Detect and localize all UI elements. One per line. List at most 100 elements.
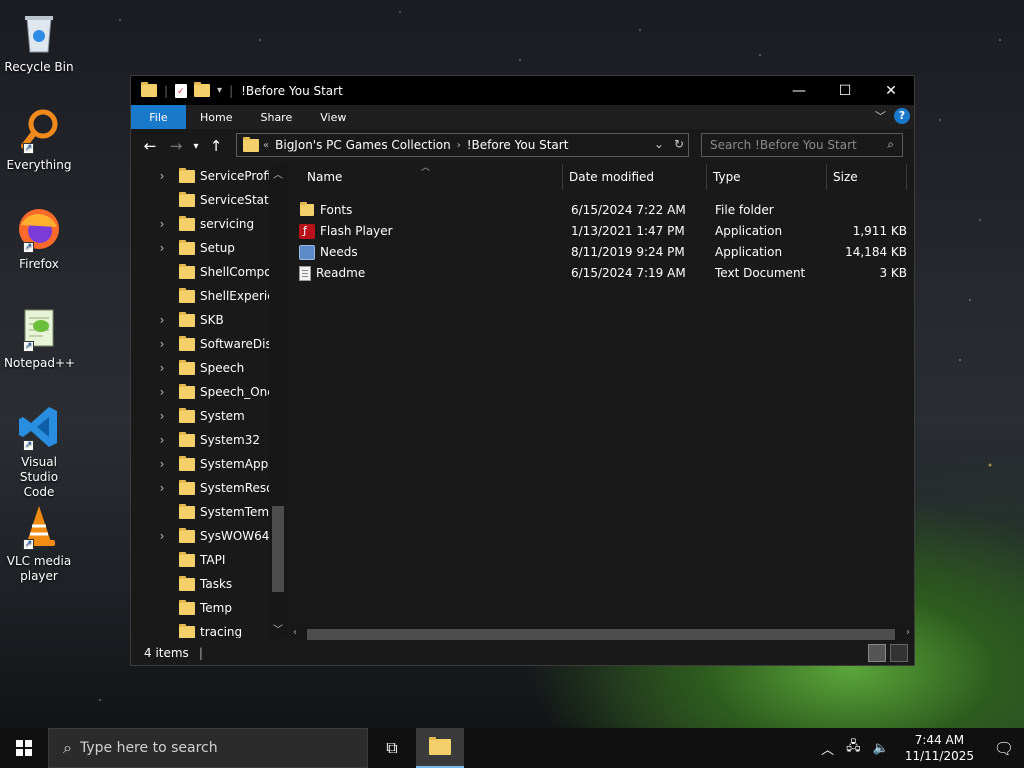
nav-tree-item[interactable]: ServiceState <box>131 188 289 212</box>
search-input[interactable]: Search !Before You Start ⌕ <box>701 133 903 157</box>
nav-tree-item[interactable]: › System32 <box>131 428 289 452</box>
tab-share[interactable]: Share <box>246 105 306 129</box>
file-row[interactable]: Readme 6/15/2024 7:19 AM Text Document 3 KB <box>299 263 907 284</box>
nav-tree-item[interactable]: ShellExperien <box>131 284 289 308</box>
file-name-cell: Needs <box>299 245 358 260</box>
expand-chevron-icon[interactable]: › <box>153 481 171 495</box>
ribbon-tabs: File Home Share View ﹀ ? <box>131 105 914 129</box>
nav-tree-item[interactable]: › servicing <box>131 212 289 236</box>
address-bar[interactable]: « BigJon's PC Games Collection › !Before… <box>236 133 689 157</box>
expand-chevron-icon[interactable]: › <box>153 169 171 183</box>
title-bar[interactable]: | ✓ ▾ | !Before You Start — ☐ ✕ <box>131 76 914 105</box>
nav-tree-item[interactable]: › System <box>131 404 289 428</box>
back-arrow-icon[interactable]: ← <box>137 137 163 155</box>
nav-tree-item[interactable]: › SoftwareDistr <box>131 332 289 356</box>
task-view-icon[interactable]: ⧉ <box>368 728 416 768</box>
folder-icon <box>179 455 195 471</box>
expand-ribbon-chevron-icon[interactable]: ﹀ <box>875 108 886 124</box>
nav-tree-item-label: System <box>200 409 245 423</box>
nav-tree-item[interactable]: Temp <box>131 596 289 620</box>
desktop-icon-everything[interactable]: ↗ Everything <box>4 106 74 173</box>
network-icon[interactable]: 🖧 <box>846 737 861 759</box>
breadcrumb-bigjon-collection[interactable]: BigJon's PC Games Collection <box>275 138 451 152</box>
address-overflow[interactable]: « <box>263 140 269 151</box>
column-header-size[interactable]: Size <box>827 164 907 190</box>
details-view-icon[interactable] <box>868 644 886 662</box>
taskbar-search-box[interactable]: ⌕ Type here to search <box>48 728 368 768</box>
nav-tree-item[interactable]: › Speech <box>131 356 289 380</box>
file-list[interactable]: ︿ Name Date modified Type Size Fonts 6/15… <box>289 163 914 638</box>
nav-tree-item[interactable]: › SystemResou <box>131 476 289 500</box>
scroll-up-icon[interactable]: ︿ <box>269 166 287 181</box>
breadcrumb-before-you-start[interactable]: !Before You Start <box>467 138 569 152</box>
scroll-down-icon[interactable]: ﹀ <box>269 621 287 636</box>
clock[interactable]: 7:44 AM 11/11/2025 <box>905 732 974 764</box>
navigation-pane-scrollbar[interactable]: ︿ ﹀ <box>269 164 287 638</box>
scroll-right-icon[interactable]: › <box>906 627 910 638</box>
breadcrumb-separator-icon[interactable]: › <box>457 140 461 151</box>
scroll-left-icon[interactable]: ‹ <box>293 627 297 638</box>
tab-file[interactable]: File <box>131 105 186 129</box>
nav-tree-item[interactable]: ShellCompor <box>131 260 289 284</box>
desktop-icon-firefox[interactable]: ↗ Firefox <box>4 205 74 272</box>
new-folder-quick-access-icon[interactable] <box>194 82 211 97</box>
tab-view[interactable]: View <box>306 105 360 129</box>
forward-arrow-icon[interactable]: → <box>163 137 189 155</box>
help-icon[interactable]: ? <box>894 108 910 124</box>
file-date-cell: 6/15/2024 7:22 AM <box>571 203 686 217</box>
column-header-date-modified[interactable]: Date modified <box>563 164 707 190</box>
scrollbar-thumb[interactable] <box>307 629 895 640</box>
nav-tree-item[interactable]: Tasks <box>131 572 289 596</box>
nav-tree-item[interactable]: › SKB <box>131 308 289 332</box>
nav-tree-item[interactable]: SystemTemp <box>131 500 289 524</box>
desktop-icon-vscode[interactable]: ↗ Visual Studio Code <box>4 403 74 500</box>
show-hidden-icons-chevron-icon[interactable]: ︿ <box>821 739 834 758</box>
column-header-type[interactable]: Type <box>707 164 827 190</box>
nav-tree-item[interactable]: › Setup <box>131 236 289 260</box>
file-row[interactable]: Needs 8/11/2019 9:24 PM Application 14,184 … <box>299 242 907 263</box>
maximize-button[interactable]: ☐ <box>822 76 868 105</box>
large-icons-view-icon[interactable] <box>890 644 908 662</box>
expand-chevron-icon[interactable]: › <box>153 433 171 447</box>
refresh-icon[interactable]: ↻ <box>674 137 684 151</box>
address-history-chevron-icon[interactable]: ⌄ <box>654 137 664 151</box>
expand-chevron-icon[interactable]: › <box>153 409 171 423</box>
close-button[interactable]: ✕ <box>868 76 914 105</box>
nav-tree-item[interactable]: › Speech_OneC <box>131 380 289 404</box>
customize-quick-access-icon[interactable]: ▾ <box>217 85 222 96</box>
navigation-pane[interactable]: › ServiceProfile ServiceState › servicing › Se… <box>131 164 289 638</box>
action-center-icon[interactable]: 🗨 <box>984 739 1024 758</box>
expand-chevron-icon[interactable]: › <box>153 241 171 255</box>
column-header-name[interactable]: Name <box>301 164 563 190</box>
tab-home[interactable]: Home <box>186 105 246 129</box>
recent-locations-chevron-icon[interactable]: ▾ <box>189 141 203 152</box>
volume-muted-icon[interactable]: 🔈 <box>873 741 889 756</box>
properties-quick-access-icon[interactable]: ✓ <box>175 83 188 98</box>
expand-chevron-icon[interactable]: › <box>153 313 171 327</box>
start-button[interactable] <box>0 728 48 768</box>
desktop-icon-notepadpp[interactable]: ↗ Notepad++ <box>4 304 75 371</box>
nav-tree-item[interactable]: › SysWOW64 <box>131 524 289 548</box>
up-arrow-icon[interactable]: ↑ <box>203 137 229 155</box>
expand-chevron-icon[interactable]: › <box>153 361 171 375</box>
file-row[interactable]: Fonts 6/15/2024 7:22 AM File folder <box>299 200 899 221</box>
nav-tree-item[interactable]: › SystemApps <box>131 452 289 476</box>
desktop-icon-vlc[interactable]: ↗ VLC media player <box>4 502 74 584</box>
taskbar-file-explorer[interactable] <box>416 728 464 768</box>
expand-chevron-icon[interactable]: › <box>153 385 171 399</box>
taskbar-search-placeholder: Type here to search <box>79 740 218 756</box>
nav-tree-item[interactable]: tracing <box>131 620 289 638</box>
file-row[interactable]: ƒ Flash Player 1/13/2021 1:47 PM Applicatio… <box>299 221 907 242</box>
expand-chevron-icon[interactable]: › <box>153 529 171 543</box>
scrollbar-thumb[interactable] <box>272 506 284 592</box>
nav-tree-item[interactable]: TAPI <box>131 548 289 572</box>
desktop-icon-recycle-bin[interactable]: Recycle Bin <box>4 8 74 75</box>
desktop-icon-label: Visual Studio Code <box>19 455 59 499</box>
file-size-cell: 1,911 KB <box>852 224 907 238</box>
file-type-cell: Application <box>715 245 783 259</box>
nav-tree-item[interactable]: › ServiceProfile <box>131 164 289 188</box>
expand-chevron-icon[interactable]: › <box>153 337 171 351</box>
minimize-button[interactable]: — <box>776 76 822 105</box>
expand-chevron-icon[interactable]: › <box>153 457 171 471</box>
expand-chevron-icon[interactable]: › <box>153 217 171 231</box>
